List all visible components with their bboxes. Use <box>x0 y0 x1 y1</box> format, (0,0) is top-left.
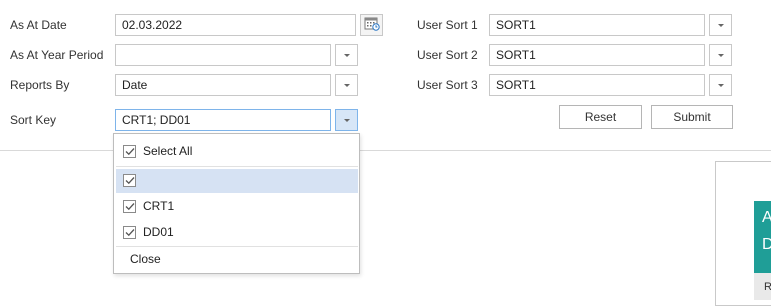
list-item[interactable] <box>116 169 358 193</box>
reports-by-label: Reports By <box>10 78 70 92</box>
report-header-banner: A D <box>754 201 771 273</box>
user-sort-2-label: User Sort 2 <box>417 48 478 62</box>
list-item[interactable]: DD01 <box>116 221 358 245</box>
as-at-year-period-dropdown-button[interactable] <box>335 44 358 66</box>
calendar-icon <box>364 17 380 34</box>
submit-button[interactable]: Submit <box>651 105 733 129</box>
sort-key-field[interactable]: CRT1; DD01 <box>115 109 331 131</box>
close-label: Close <box>130 252 161 266</box>
sort-key-dropdown-button[interactable] <box>335 109 358 131</box>
as-at-date-field[interactable]: 02.03.2022 <box>115 14 356 36</box>
sort-key-label: Sort Key <box>10 113 57 127</box>
reports-by-field[interactable]: Date <box>115 74 331 96</box>
user-sort-3-dropdown-button[interactable] <box>709 74 732 96</box>
banner-text-line-1: A <box>762 209 771 226</box>
reports-by-dropdown-button[interactable] <box>335 74 358 96</box>
list-item-label: CRT1 <box>143 199 175 213</box>
list-item-label: DD01 <box>143 225 174 239</box>
list-item[interactable]: CRT1 <box>116 195 358 219</box>
user-sort-3-field[interactable]: SORT1 <box>489 74 705 96</box>
chevron-down-icon <box>343 118 350 122</box>
popup-separator <box>116 246 358 247</box>
chevron-down-icon <box>717 83 724 87</box>
close-option[interactable]: Close <box>116 248 358 272</box>
checkbox-checked-icon[interactable] <box>123 145 136 158</box>
user-sort-2-dropdown-button[interactable] <box>709 44 732 66</box>
as-at-year-period-field[interactable] <box>115 44 331 66</box>
user-sort-3-label: User Sort 3 <box>417 78 478 92</box>
chevron-down-icon <box>717 23 724 27</box>
popup-separator <box>116 166 358 167</box>
select-all-option[interactable]: Select All <box>116 140 358 164</box>
select-all-label: Select All <box>143 144 193 158</box>
sort-key-popup: Select All CRT1 DD01 Close <box>113 133 360 274</box>
subheader-text: R <box>764 281 771 293</box>
calendar-button[interactable] <box>360 14 383 36</box>
banner-text-line-2: D <box>762 236 771 253</box>
checkbox-checked-icon[interactable] <box>123 200 136 213</box>
user-sort-1-dropdown-button[interactable] <box>709 14 732 36</box>
chevron-down-icon <box>343 53 350 57</box>
as-at-year-period-label: As At Year Period <box>10 48 104 62</box>
checkbox-checked-icon[interactable] <box>123 226 136 239</box>
user-sort-1-field[interactable]: SORT1 <box>489 14 705 36</box>
reset-button[interactable]: Reset <box>559 105 642 129</box>
user-sort-1-label: User Sort 1 <box>417 18 478 32</box>
user-sort-2-field[interactable]: SORT1 <box>489 44 705 66</box>
checkbox-checked-icon[interactable] <box>123 174 136 187</box>
report-subheader: R <box>754 273 771 300</box>
chevron-down-icon <box>717 53 724 57</box>
chevron-down-icon <box>343 83 350 87</box>
as-at-date-label: As At Date <box>10 18 67 32</box>
